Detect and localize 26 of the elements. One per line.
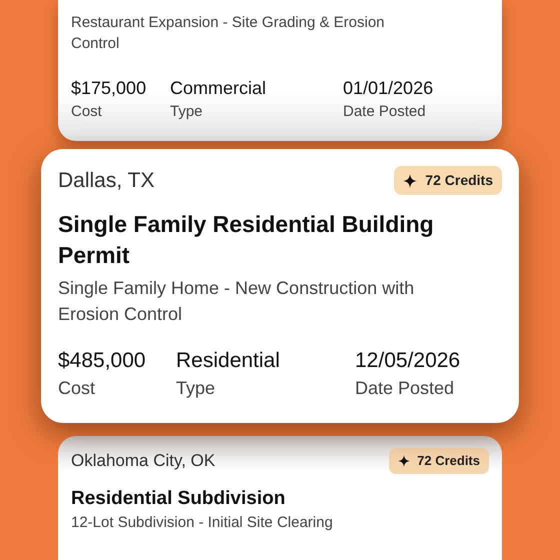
sparkle-icon: [398, 454, 410, 466]
stat-value: Residential: [176, 348, 281, 374]
stat-value: 12/05/2026: [355, 348, 462, 374]
permit-card[interactable]: Oklahoma City, OK 72 Credits Residential Subdivision 12-Lot Subdivision - Initial Site Clearing: [58, 436, 502, 560]
permit-card[interactable]: Dallas, TX 72 Credits Single Family Residential Building Permit Single Family Home - New Construction with Erosion Control $485,000 Cost Residential Type 12/05/2026 Date Posted: [41, 149, 519, 422]
credits-badge: 72 Credits: [394, 166, 502, 196]
stat-label: Cost: [71, 102, 103, 122]
permit-description: 12-Lot Subdivision - Initial Site Clearing: [71, 512, 334, 532]
stat-value: Commercial: [170, 77, 268, 100]
permit-description: Single Family Home - New Construction with Erosion Control: [58, 276, 416, 326]
permit-description: Restaurant Expansion - Site Grading & Erosion Control: [71, 13, 386, 54]
stat-value: 01/01/2026: [343, 77, 434, 100]
stat-value: $175,000: [71, 77, 148, 100]
stat-label: Cost: [58, 376, 96, 400]
location-text: Dallas, TX: [58, 168, 154, 194]
permit-title: Single Family Residential Building Permit: [58, 210, 435, 270]
stat-label: Type: [170, 102, 204, 122]
stat-label: Date Posted: [355, 376, 456, 400]
location-text: Oklahoma City, OK: [71, 450, 216, 472]
permit-card[interactable]: Restaurant Expansion - Site Grading & Erosion Control $175,000 Cost Commercial Type 01/01/2026 Date Posted: [58, 0, 502, 141]
stat-label: Type: [176, 376, 216, 400]
sparkle-icon: [403, 174, 418, 188]
credits-badge: 72 Credits: [389, 448, 489, 474]
stat-value: $485,000: [58, 348, 147, 374]
stat-label: Date Posted: [343, 102, 427, 122]
permit-title: Residential Subdivision: [71, 486, 286, 510]
